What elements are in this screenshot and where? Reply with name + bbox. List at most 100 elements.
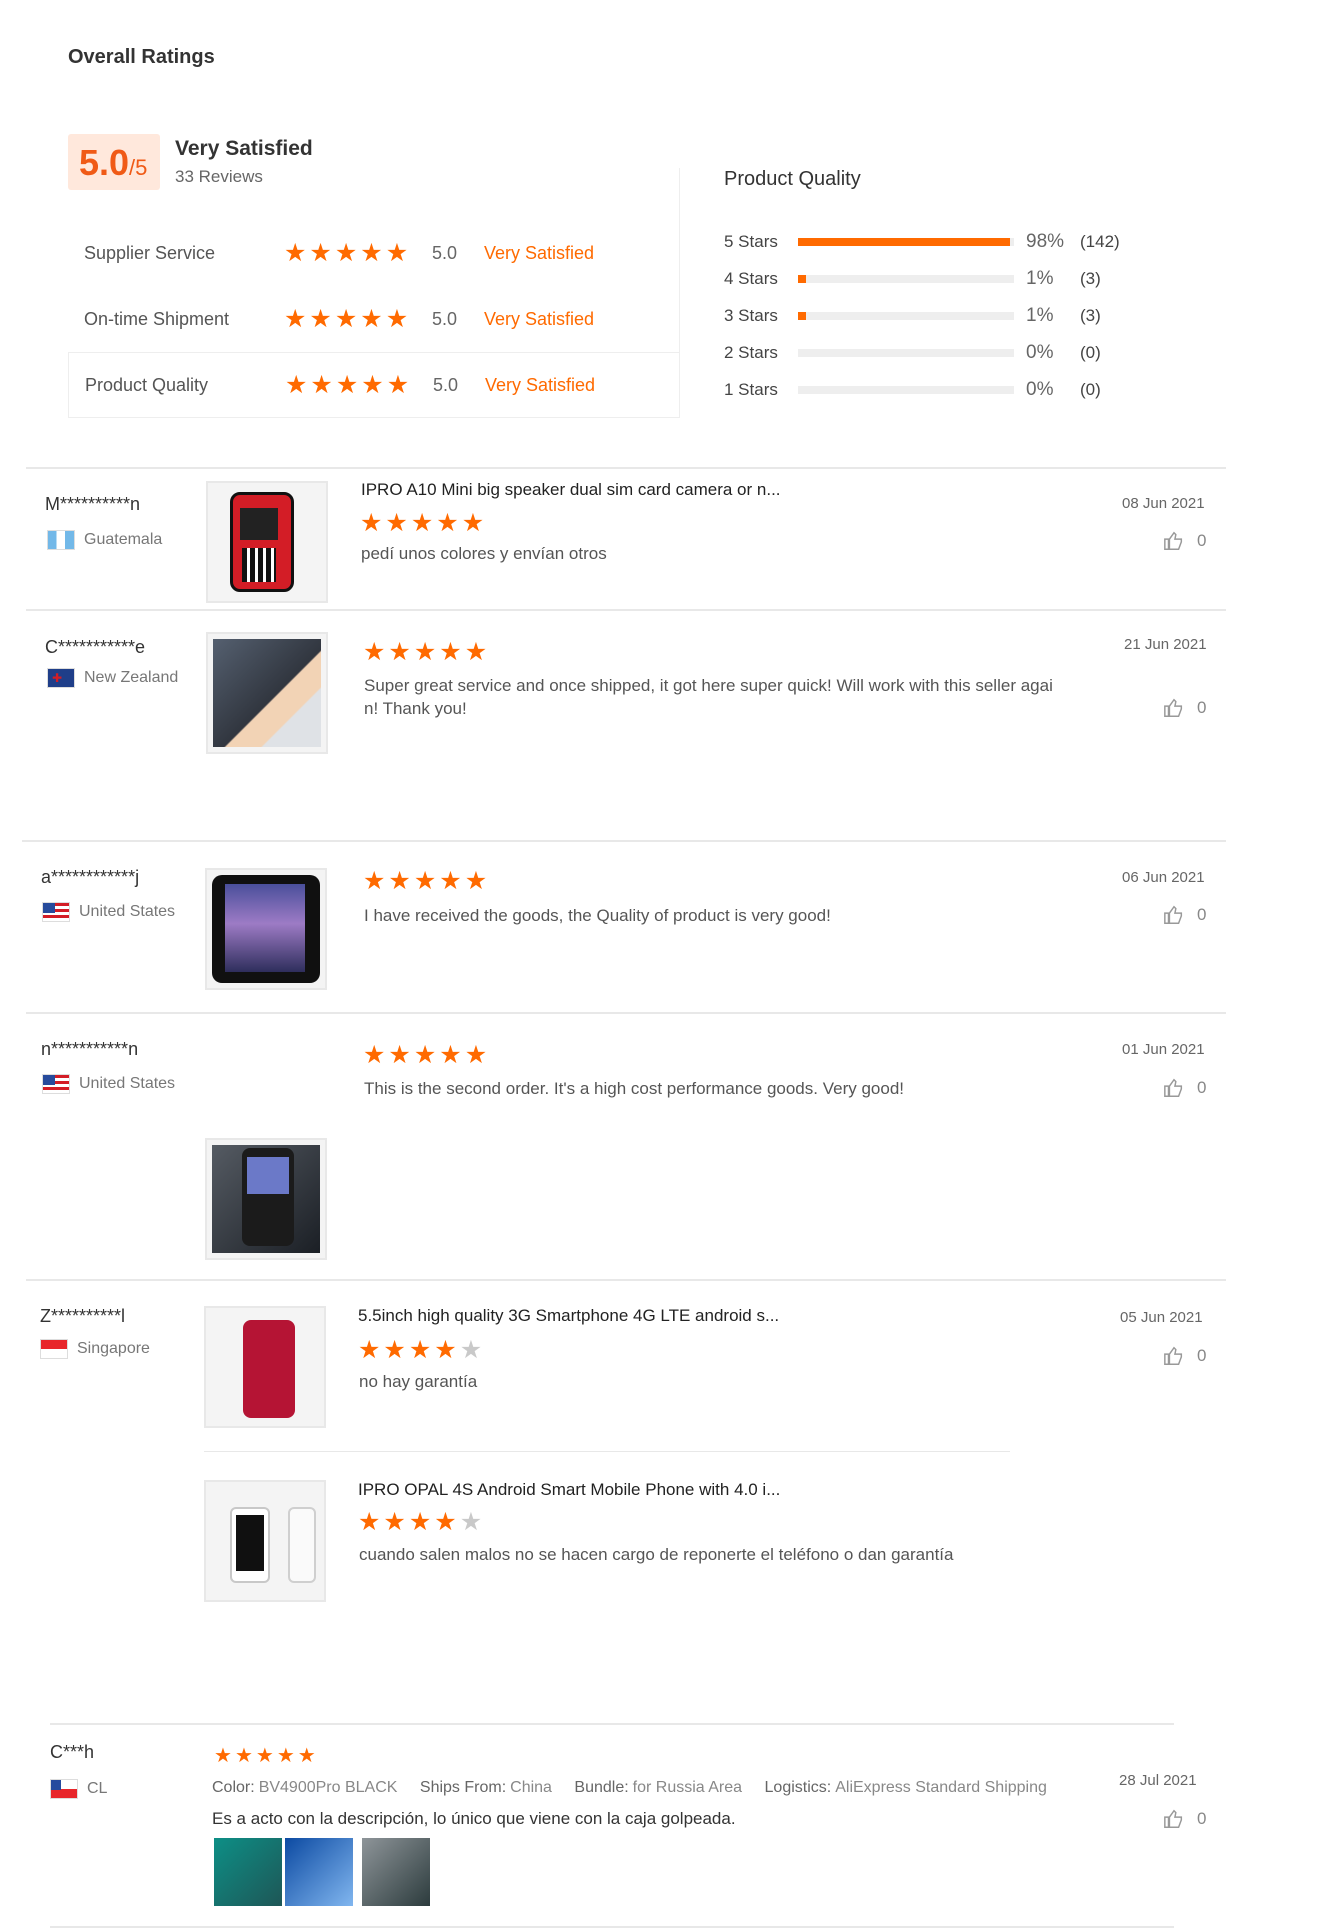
reviewer-name: M**********n [45,494,141,514]
star-level-label: 1 Stars [724,379,778,399]
star-icon: ★ [363,1041,386,1069]
star-distribution-row[interactable]: 2 Stars 0% (0) [724,334,1164,371]
star-icon: ★ [358,1508,381,1536]
country-name: United States [79,1075,176,1092]
star-distribution-row[interactable]: 3 Stars 1% (3) [724,297,1164,334]
rating-breakdown-panel: Supplier Service ★ ★ ★ ★ ★ 5.0 Very Satisfie… [68,168,680,418]
star-icon: ★ [439,638,462,666]
review-date: 05 Jun 2021 [1120,1309,1203,1326]
like-button[interactable]: 0 [1163,904,1206,926]
reviewer-name: C***********e [45,637,146,657]
distribution-bar [798,385,1014,394]
reviewer-country: Singapore [40,1339,150,1359]
star-icon: ★ [408,1508,432,1536]
meta-logistics: Logistics: AliExpress Standard Shipping [765,1779,1047,1796]
singapore-flag-icon [40,1339,68,1359]
distribution-percent: 0% [1026,341,1054,363]
reviewer-country: United States [42,1074,175,1094]
star-icon: ★ [464,638,488,666]
review-stars: ★ ★ ★ ★ ★ [363,640,487,665]
like-button[interactable]: 0 [1163,530,1206,552]
red-smartphone-image [243,1320,295,1418]
meta-value: BV4900Pro BLACK [258,1779,398,1796]
like-button[interactable]: 0 [1163,1808,1206,1830]
review-stars: ★ ★ ★ ★ ★ [363,1043,487,1068]
review-photo-thumbnail[interactable] [362,1838,430,1906]
review-photo-thumbnail[interactable] [285,1838,353,1906]
product-title[interactable]: 5.5inch high quality 3G Smartphone 4G LT… [358,1306,779,1326]
meta-value: AliExpress Standard Shipping [835,1779,1047,1796]
star-icon: ★ [363,867,386,895]
empty-star-icon: ★ [459,1508,483,1536]
review-text-line: Super great service and once shipped, it… [364,676,1053,695]
like-button[interactable]: 0 [1163,697,1206,719]
star-icon: ★ [386,370,410,399]
like-count: 0 [1197,531,1207,550]
review-divider [22,840,1226,842]
reviewer-country: Guatemala [47,530,162,550]
rating-row-product-quality[interactable]: Product Quality ★ ★ ★ ★ ★ 5.0 Very Satisfied [68,352,680,418]
like-button[interactable]: 0 [1163,1077,1206,1099]
star-distribution-row[interactable]: 4 Stars 1% (3) [724,260,1164,297]
star-icon: ★ [360,238,383,267]
star-icon: ★ [309,304,332,333]
star-icon: ★ [361,370,384,399]
thumbs-up-icon [1164,905,1183,924]
review-date: 01 Jun 2021 [1122,1041,1205,1058]
star-distribution-row[interactable]: 1 Stars 0% (0) [724,371,1164,408]
review-photo[interactable] [205,868,327,990]
meta-color: Color: BV4900Pro BLACK [212,1779,397,1796]
thumbs-up-icon [1164,698,1183,717]
review-photo-thumbnail[interactable] [214,1838,282,1906]
review-photo[interactable] [206,632,328,754]
star-icon: ★ [439,1041,462,1069]
rating-name: Supplier Service [84,242,216,263]
country-name: United States [79,903,176,920]
like-count: 0 [1197,905,1207,924]
review-divider [26,1012,1226,1014]
review-stars: ★ ★ ★ ★ ★ [358,1338,482,1363]
review-photo[interactable] [204,1480,326,1602]
star-icon: ★ [360,509,383,537]
rating-name: Product Quality [85,374,209,395]
review-photo[interactable] [205,1138,327,1260]
like-button[interactable]: 0 [1163,1345,1206,1367]
star-icon: ★ [464,867,488,895]
review-text: no hay garantía [359,1372,478,1391]
review-stars: ★ ★ ★ ★ ★ [363,869,487,894]
new-zealand-flag-icon: ✚ [47,668,75,688]
star-icon: ★ [383,1508,406,1536]
like-count: 0 [1197,698,1207,717]
star-level-label: 3 Stars [724,305,778,325]
review-date: 08 Jun 2021 [1122,495,1205,512]
meta-label: Ships From: [419,1779,507,1796]
review-text: pedí unos colores y envían otros [361,544,607,563]
star-icon: ★ [464,1041,488,1069]
meta-label: Logistics: [764,1779,832,1796]
star-icon: ★ [214,1745,232,1767]
star-icon: ★ [334,304,358,333]
review-stars: ★ ★ ★ ★ ★ [358,1510,482,1535]
meta-ships-from: Ships From: China [420,1779,552,1796]
thumbs-up-icon [1164,1078,1183,1097]
distribution-count: (0) [1080,379,1101,399]
review-text: cuando salen malos no se hacen cargo de … [359,1545,954,1564]
star-icon: ★ [408,1336,432,1364]
product-title[interactable]: IPRO A10 Mini big speaker dual sim card … [361,480,781,500]
star-icon: ★ [461,509,485,537]
star-level-label: 5 Stars [724,231,778,251]
star-rating: ★ ★ ★ ★ ★ [285,370,433,399]
meta-label: Bundle: [574,1779,629,1796]
product-title[interactable]: IPRO OPAL 4S Android Smart Mobile Phone … [358,1480,780,1500]
like-count: 0 [1197,1346,1207,1365]
guatemala-flag-icon [47,530,75,550]
review-photo[interactable] [204,1306,326,1428]
review-item-divider [204,1451,1010,1452]
reviewer-country: ✚ New Zealand [47,668,178,688]
star-icon: ★ [439,867,462,895]
star-rating: ★ ★ ★ ★ ★ [284,238,432,267]
rating-row-supplier-service: Supplier Service ★ ★ ★ ★ ★ 5.0 Very Satisfie… [68,220,680,286]
star-distribution-row[interactable]: 5 Stars 98% (142) [724,223,1164,260]
star-icon: ★ [234,1745,253,1767]
review-photo[interactable] [206,481,328,603]
